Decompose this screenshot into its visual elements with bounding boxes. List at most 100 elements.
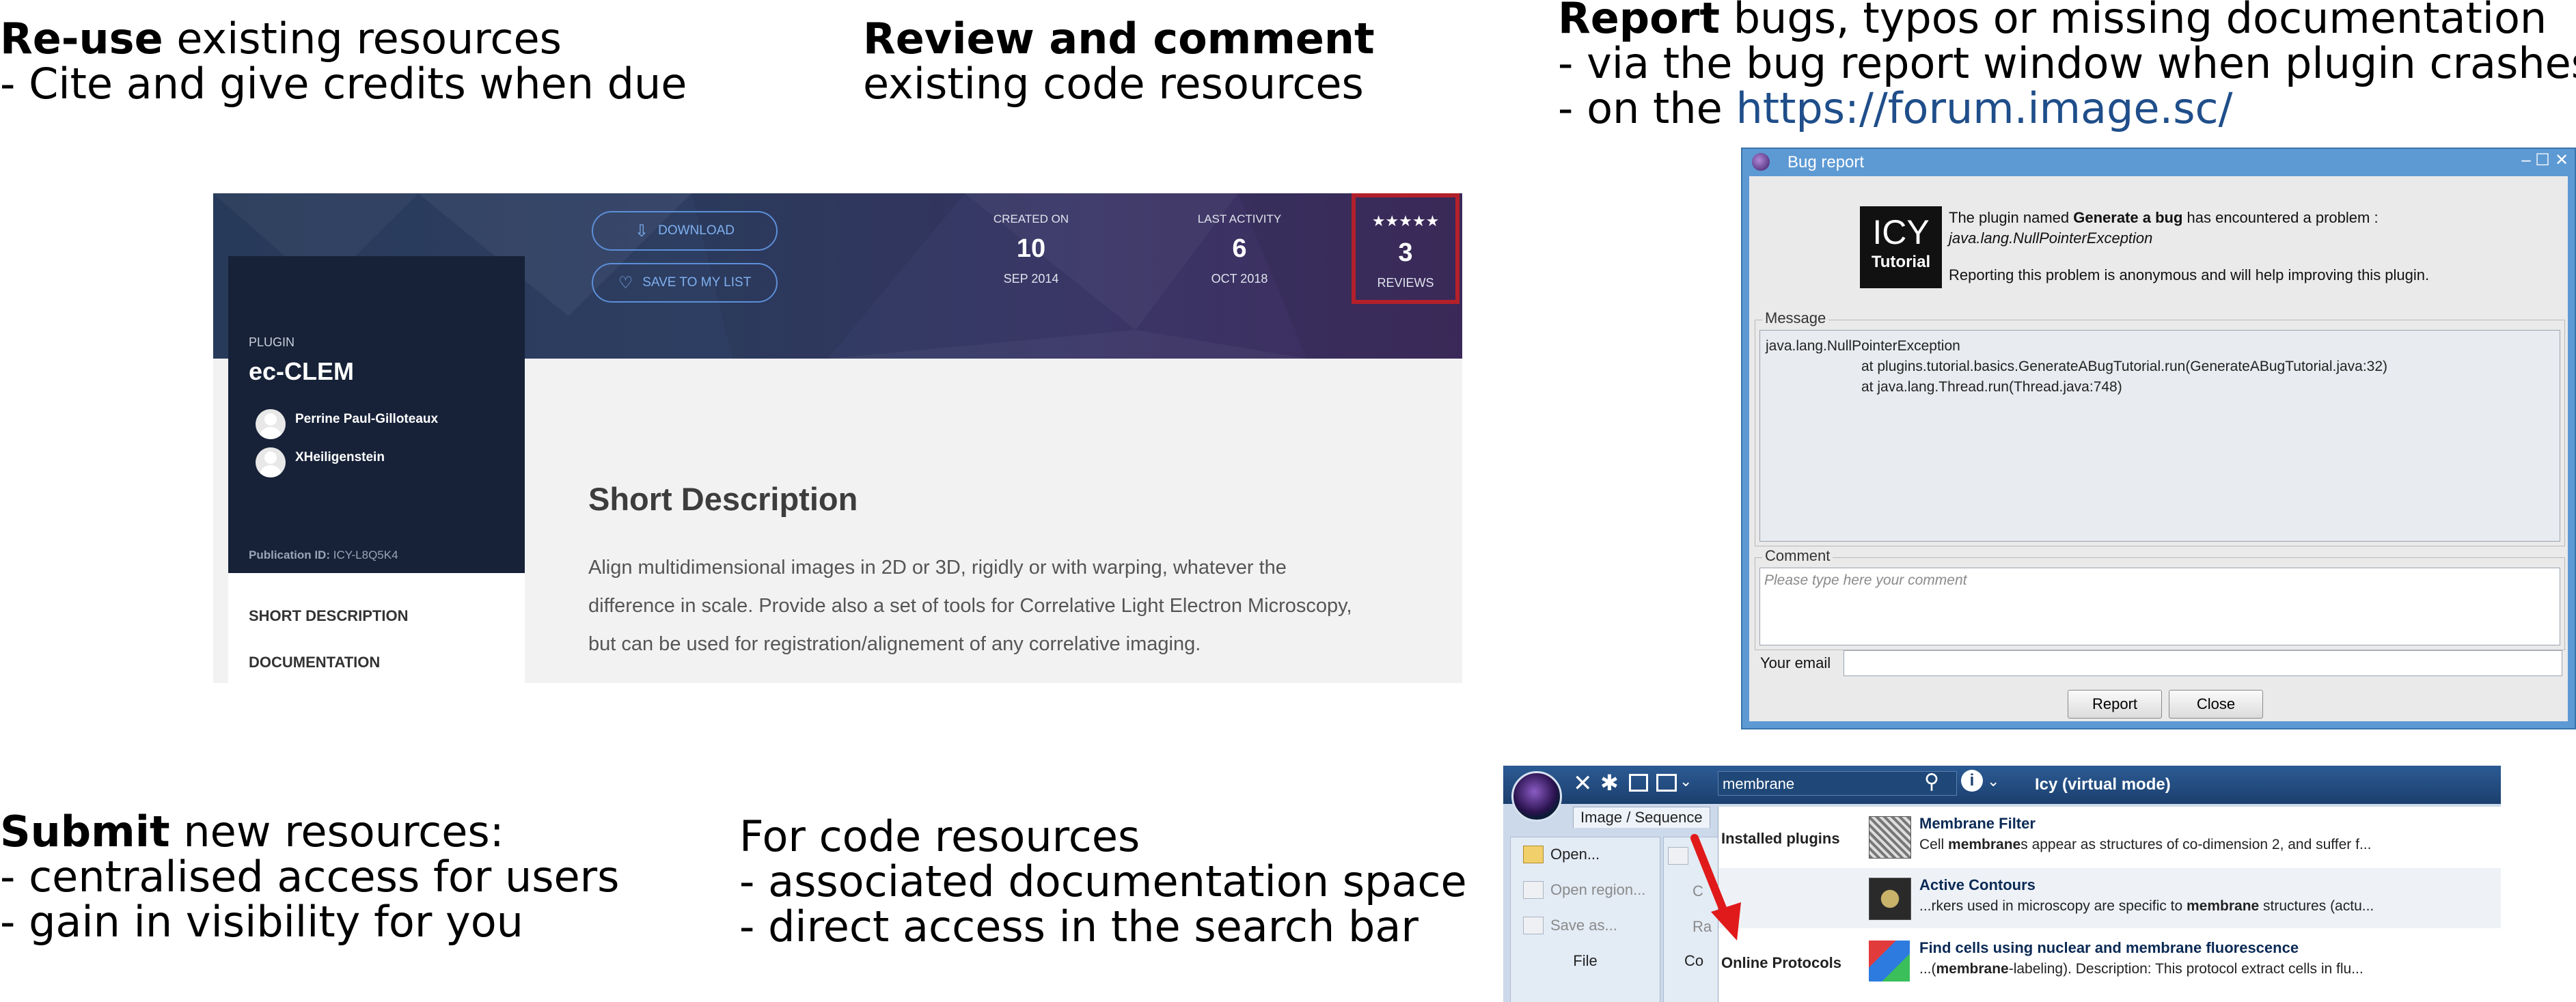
download-icon: ⇩ bbox=[634, 221, 649, 240]
activity-value: 6 bbox=[1232, 234, 1247, 263]
publication-id-value: ICY-L8Q5K4 bbox=[333, 548, 398, 561]
region-icon bbox=[1523, 881, 1544, 899]
search-input[interactable]: membrane bbox=[1718, 771, 1957, 796]
result-desc: ...rkers used in microscopy are specific… bbox=[1919, 898, 2374, 914]
report-button[interactable]: Report bbox=[2068, 690, 2162, 719]
avatar bbox=[256, 409, 286, 439]
report-label: Report bbox=[2092, 695, 2138, 712]
bug-report-body: ICY Tutorial The plugin named Generate a… bbox=[1749, 176, 2568, 721]
report-heading: Report bbox=[1558, 0, 1720, 43]
save-as-label: Save as... bbox=[1550, 917, 1617, 934]
code-line1: For code resources bbox=[739, 811, 1140, 861]
intro-suffix: has encountered a problem : bbox=[2182, 209, 2379, 226]
created-value: 10 bbox=[1016, 234, 1046, 263]
protocol-blocks-icon bbox=[1869, 941, 1910, 982]
search-icon[interactable]: ⚲ bbox=[1924, 770, 1939, 794]
icy-main-button[interactable] bbox=[1511, 771, 1562, 822]
window-icon[interactable] bbox=[1656, 774, 1677, 792]
minimize-icon[interactable]: – bbox=[2519, 152, 2534, 169]
icy-tutorial-logo: ICY Tutorial bbox=[1860, 206, 1942, 288]
copy-icon bbox=[1668, 847, 1688, 865]
open-region-button[interactable]: Open region... bbox=[1523, 881, 1645, 899]
window-titlebar: Bug report – ☐ ✕ bbox=[1742, 149, 2575, 176]
reviews-highlight-box bbox=[1352, 193, 1460, 304]
logo-top: ICY bbox=[1872, 213, 1930, 251]
folder-icon bbox=[1523, 846, 1544, 863]
nav-documentation[interactable]: DOCUMENTATION bbox=[249, 654, 380, 671]
description-line: Align multidimensional images in 2D or 3… bbox=[588, 557, 1287, 579]
ribbon-tab[interactable]: Image / Sequence bbox=[1573, 807, 1710, 828]
nav-short-description[interactable]: SHORT DESCRIPTION bbox=[249, 607, 408, 625]
search-value: membrane bbox=[1723, 775, 1795, 792]
description-line: difference in scale. Provide also a set … bbox=[588, 595, 1352, 617]
info-icon[interactable]: i bbox=[1961, 770, 1983, 792]
reuse-block: Re-use existing resources - Cite and giv… bbox=[0, 16, 687, 107]
author-2[interactable]: XHeiligenstein bbox=[256, 447, 385, 477]
author-name: Perrine Paul-Gilloteaux bbox=[295, 412, 439, 426]
plugin-name: ec-CLEM bbox=[249, 357, 355, 385]
tools-icon[interactable]: ✕ bbox=[1573, 770, 1593, 797]
message-group: Message java.lang.NullPointerException a… bbox=[1755, 309, 2565, 546]
logo-bottom: Tutorial bbox=[1871, 253, 1931, 271]
submit-heading: Submit bbox=[0, 807, 170, 857]
search-result[interactable]: Active Contours ...rkers used in microsc… bbox=[1718, 868, 2501, 928]
layout-icon[interactable] bbox=[1629, 774, 1648, 792]
tab-label: Image / Sequence bbox=[1580, 809, 1703, 826]
code-line3: - direct access in the search bar bbox=[739, 902, 1419, 951]
message-line: at plugins.tutorial.basics.GenerateABugT… bbox=[1861, 359, 2388, 374]
result-category: Online Protocols bbox=[1721, 954, 1842, 971]
avatar bbox=[256, 447, 286, 477]
plugin-icon[interactable]: ✱ bbox=[1600, 770, 1619, 796]
chevron-down-icon[interactable]: ⌄ bbox=[1680, 773, 1692, 790]
open-button[interactable]: Open... bbox=[1523, 846, 1600, 863]
save-icon bbox=[1523, 917, 1544, 934]
created-sub: SEP 2014 bbox=[1003, 272, 1059, 286]
publication-id: Publication ID: ICY-L8Q5K4 bbox=[249, 548, 398, 562]
comment-label: Comment bbox=[1762, 547, 1833, 565]
open-region-label: Open region... bbox=[1550, 881, 1646, 898]
created-stat: CREATED ON 10 SEP 2014 bbox=[963, 212, 1099, 286]
description: Align multidimensional images in 2D or 3… bbox=[588, 548, 1352, 663]
message-area[interactable]: java.lang.NullPointerException at plugin… bbox=[1759, 330, 2560, 542]
created-label: CREATED ON bbox=[993, 212, 1069, 225]
email-input[interactable] bbox=[1844, 650, 2562, 676]
code-line2: - associated documentation space bbox=[739, 857, 1467, 906]
close-label: Close bbox=[2196, 695, 2236, 712]
app-title: Icy (virtual mode) bbox=[2035, 775, 2171, 794]
download-button[interactable]: ⇩ DOWNLOAD bbox=[592, 211, 778, 251]
search-result[interactable]: Installed plugins Membrane Filter Cell m… bbox=[1718, 807, 2501, 867]
save-label: SAVE TO MY LIST bbox=[642, 275, 752, 290]
submit-line2: - centralised access for users bbox=[0, 852, 620, 902]
author-1[interactable]: Perrine Paul-Gilloteaux bbox=[256, 409, 438, 439]
comment-input[interactable]: Please type here your comment bbox=[1759, 568, 2560, 645]
result-desc: ...(membrane-labeling). Description: Thi… bbox=[1919, 961, 2363, 977]
comment-placeholder: Please type here your comment bbox=[1764, 572, 1967, 588]
search-result[interactable]: Online Protocols Find cells using nuclea… bbox=[1718, 931, 2501, 991]
chevron-down-icon[interactable]: ⌄ bbox=[1987, 773, 1999, 790]
close-icon[interactable]: ✕ bbox=[2554, 152, 2569, 169]
window-title: Bug report bbox=[1787, 153, 1865, 171]
save-as-button[interactable]: Save as... bbox=[1523, 917, 1617, 934]
red-arrow-icon bbox=[1690, 834, 1741, 941]
comment-group: Comment Please type here your comment bbox=[1755, 547, 2565, 650]
download-label: DOWNLOAD bbox=[658, 223, 735, 238]
submit-block: Submit new resources: - centralised acce… bbox=[0, 809, 619, 945]
plugin-category: PLUGIN bbox=[249, 335, 295, 349]
author-name: XHeiligenstein bbox=[295, 450, 385, 464]
save-to-list-button[interactable]: ♡ SAVE TO MY LIST bbox=[592, 263, 778, 303]
reuse-heading-rest: existing resources bbox=[163, 14, 562, 64]
reuse-heading: Re-use bbox=[0, 14, 163, 64]
maximize-icon[interactable]: ☐ bbox=[2535, 152, 2550, 169]
review-block: Review and comment existing code resourc… bbox=[863, 16, 1375, 107]
activity-sub: OCT 2018 bbox=[1211, 272, 1268, 286]
report-line3-prefix: - on the bbox=[1558, 83, 1736, 133]
review-line2: existing code resources bbox=[863, 59, 1364, 109]
bug-intro: The plugin named Generate a bug has enco… bbox=[1949, 208, 2429, 286]
close-button[interactable]: Close bbox=[2169, 690, 2263, 719]
open-label: Open... bbox=[1550, 846, 1600, 863]
result-title: Active Contours bbox=[1919, 876, 2036, 893]
forum-link[interactable]: https://forum.image.sc/ bbox=[1736, 83, 2232, 133]
icy-search-window: ✕ ✱ ⌄ membrane ⚲ i ⌄ Icy (virtual mode) … bbox=[1503, 766, 2501, 1002]
activity-label: LAST ACTIVITY bbox=[1197, 212, 1282, 225]
result-title: Membrane Filter bbox=[1919, 815, 2036, 832]
